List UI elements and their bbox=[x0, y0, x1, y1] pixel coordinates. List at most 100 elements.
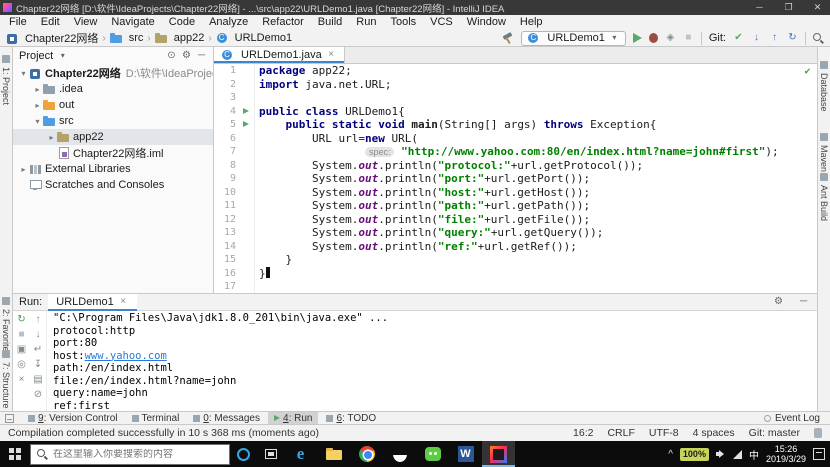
menu-refactor[interactable]: Refactor bbox=[255, 15, 311, 30]
run-config-selector[interactable]: URLDemo1 bbox=[521, 30, 626, 46]
run-gutter-icon[interactable] bbox=[240, 105, 254, 119]
menu-run[interactable]: Run bbox=[349, 15, 383, 30]
indent-selector[interactable]: 4 spaces bbox=[693, 427, 735, 439]
menu-code[interactable]: Code bbox=[162, 15, 202, 30]
hide-run-panel-icon[interactable] bbox=[798, 296, 809, 308]
run-settings-gear-icon[interactable] bbox=[773, 296, 784, 308]
action-center-icon[interactable] bbox=[813, 448, 825, 460]
next-occurrence-icon[interactable] bbox=[32, 329, 44, 341]
gear-icon[interactable] bbox=[181, 50, 192, 62]
breadcrumb-item[interactable]: Chapter22网络 bbox=[6, 30, 98, 46]
start-button[interactable] bbox=[0, 441, 30, 467]
toolwindow-button-vcs[interactable]: 9: Version Control bbox=[22, 412, 124, 425]
encoding-selector[interactable]: UTF-8 bbox=[649, 427, 679, 439]
toolwindow-button-terminal[interactable]: Terminal bbox=[126, 412, 186, 425]
console-link[interactable]: www.yahoo.com bbox=[85, 350, 167, 362]
taskbar-app-file-explorer[interactable] bbox=[317, 441, 350, 467]
restore-layout-icon[interactable] bbox=[16, 344, 28, 356]
search-input[interactable] bbox=[53, 448, 215, 460]
tree-item-Scratches and Consoles[interactable]: Scratches and Consoles bbox=[13, 177, 213, 193]
close-icon[interactable] bbox=[16, 374, 28, 386]
code-editor[interactable]: 1 package app22; 2 import java.net.URL; 3 4 pu… bbox=[214, 64, 817, 293]
taskbar-app-edge[interactable] bbox=[284, 441, 317, 467]
debug-button[interactable] bbox=[648, 33, 658, 43]
tree-item-app22[interactable]: ▸ app22 bbox=[13, 129, 213, 145]
project-view-dropdown-icon[interactable] bbox=[57, 50, 68, 62]
volume-icon[interactable] bbox=[715, 449, 726, 459]
hide-panel-icon[interactable] bbox=[196, 50, 207, 62]
stop-button[interactable] bbox=[683, 32, 694, 44]
inspections-ok-icon[interactable] bbox=[802, 66, 813, 78]
tree-expand-arrow[interactable]: ▸ bbox=[32, 101, 43, 110]
tree-expand-arrow[interactable]: ▾ bbox=[18, 69, 29, 78]
editor-area[interactable]: URLDemo1.java 1 package app22; 2 import jav… bbox=[214, 47, 817, 293]
breadcrumb-item[interactable]: URLDemo1 bbox=[216, 32, 292, 44]
tree-item-out[interactable]: ▸ out bbox=[13, 97, 213, 113]
tree-expand-arrow[interactable]: ▸ bbox=[46, 133, 57, 142]
tool-window-button--structure[interactable]: 7: Structure bbox=[1, 350, 11, 409]
breadcrumb-item[interactable]: src bbox=[109, 32, 143, 44]
console-output[interactable]: "C:\Program Files\Java\jdk1.8.0_201\bin\… bbox=[47, 311, 817, 411]
editor-tab-urldemo1[interactable]: URLDemo1.java bbox=[214, 47, 345, 63]
print-icon[interactable] bbox=[32, 374, 44, 386]
cortana-button[interactable] bbox=[230, 441, 257, 467]
tree-expand-arrow[interactable]: ▾ bbox=[32, 117, 43, 126]
run-gutter-icon[interactable] bbox=[240, 118, 254, 132]
tool-window-button--favorites[interactable]: 2: Favorites bbox=[1, 297, 11, 356]
build-hammer-icon[interactable] bbox=[501, 32, 514, 45]
soft-wrap-icon[interactable] bbox=[32, 344, 44, 356]
coverage-button[interactable] bbox=[665, 32, 676, 44]
git-branch-widget[interactable]: Git: master bbox=[749, 427, 800, 439]
close-tab-icon[interactable] bbox=[326, 49, 337, 61]
git-update-icon[interactable] bbox=[751, 32, 762, 44]
tree-item-External Libraries[interactable]: ▸ External Libraries bbox=[13, 161, 213, 177]
taskbar-app-idea[interactable] bbox=[482, 441, 515, 467]
caret-position[interactable]: 16:2 bbox=[573, 427, 593, 439]
rerun-icon[interactable] bbox=[16, 314, 28, 326]
task-view-button[interactable] bbox=[257, 441, 284, 467]
menu-file[interactable]: File bbox=[2, 15, 34, 30]
toolwindow-button-messages[interactable]: 0: Messages bbox=[187, 412, 266, 425]
menu-window[interactable]: Window bbox=[460, 15, 513, 30]
tree-item-Chapter22网络.iml[interactable]: Chapter22网络.iml bbox=[13, 145, 213, 161]
network-icon[interactable] bbox=[732, 449, 742, 459]
menu-vcs[interactable]: VCS bbox=[423, 15, 460, 30]
menu-analyze[interactable]: Analyze bbox=[202, 15, 255, 30]
tool-window-button-ant-build[interactable]: Ant Build bbox=[819, 173, 829, 221]
taskbar-search-box[interactable] bbox=[30, 443, 230, 465]
input-method-indicator[interactable]: 中 bbox=[749, 447, 759, 462]
pin-tab-icon[interactable] bbox=[16, 359, 28, 371]
taskbar-app-qq[interactable] bbox=[383, 441, 416, 467]
menu-build[interactable]: Build bbox=[311, 15, 349, 30]
battery-indicator[interactable]: 100% bbox=[679, 447, 709, 461]
tool-window-switcher-icon[interactable] bbox=[5, 413, 14, 423]
maximize-button[interactable]: ❐ bbox=[776, 0, 801, 15]
menu-tools[interactable]: Tools bbox=[383, 15, 423, 30]
inspector-profile-icon[interactable] bbox=[814, 428, 822, 438]
toolwindow-button-todo[interactable]: 6: TODO bbox=[320, 412, 382, 425]
close-button[interactable]: ✕ bbox=[805, 0, 830, 15]
git-commit-icon[interactable] bbox=[733, 32, 744, 44]
breadcrumb-item[interactable]: app22 bbox=[154, 32, 204, 44]
run-button[interactable] bbox=[632, 33, 642, 43]
tree-item-Chapter22网络[interactable]: ▾ Chapter22网络 D:\软件\IdeaProjects\Chapter22… bbox=[13, 65, 213, 81]
toolwindow-button-run[interactable]: 4: Run bbox=[268, 411, 319, 425]
hidden-icons-chevron[interactable]: ^ bbox=[668, 449, 673, 460]
taskbar-clock[interactable]: 15:26 2019/3/29 bbox=[766, 444, 806, 464]
stop-icon[interactable] bbox=[16, 329, 28, 341]
search-everywhere-icon[interactable] bbox=[813, 32, 824, 44]
menu-navigate[interactable]: Navigate bbox=[104, 15, 161, 30]
git-push-icon[interactable] bbox=[769, 32, 780, 44]
run-tab-urldemo1[interactable]: URLDemo1 bbox=[48, 293, 137, 311]
menu-help[interactable]: Help bbox=[513, 15, 550, 30]
taskbar-app-chrome[interactable] bbox=[350, 441, 383, 467]
taskbar-app-wechat[interactable] bbox=[416, 441, 449, 467]
scroll-to-end-icon[interactable] bbox=[32, 359, 44, 371]
tree-item-.idea[interactable]: ▸ .idea bbox=[13, 81, 213, 97]
minimize-button[interactable]: ─ bbox=[747, 0, 772, 15]
event-log-button[interactable]: Event Log bbox=[763, 413, 825, 424]
menu-edit[interactable]: Edit bbox=[34, 15, 67, 30]
tool-window-button-maven[interactable]: Maven bbox=[819, 133, 829, 172]
line-ending-selector[interactable]: CRLF bbox=[607, 427, 634, 439]
tool-window-button-project[interactable]: 1: Project bbox=[1, 55, 11, 105]
